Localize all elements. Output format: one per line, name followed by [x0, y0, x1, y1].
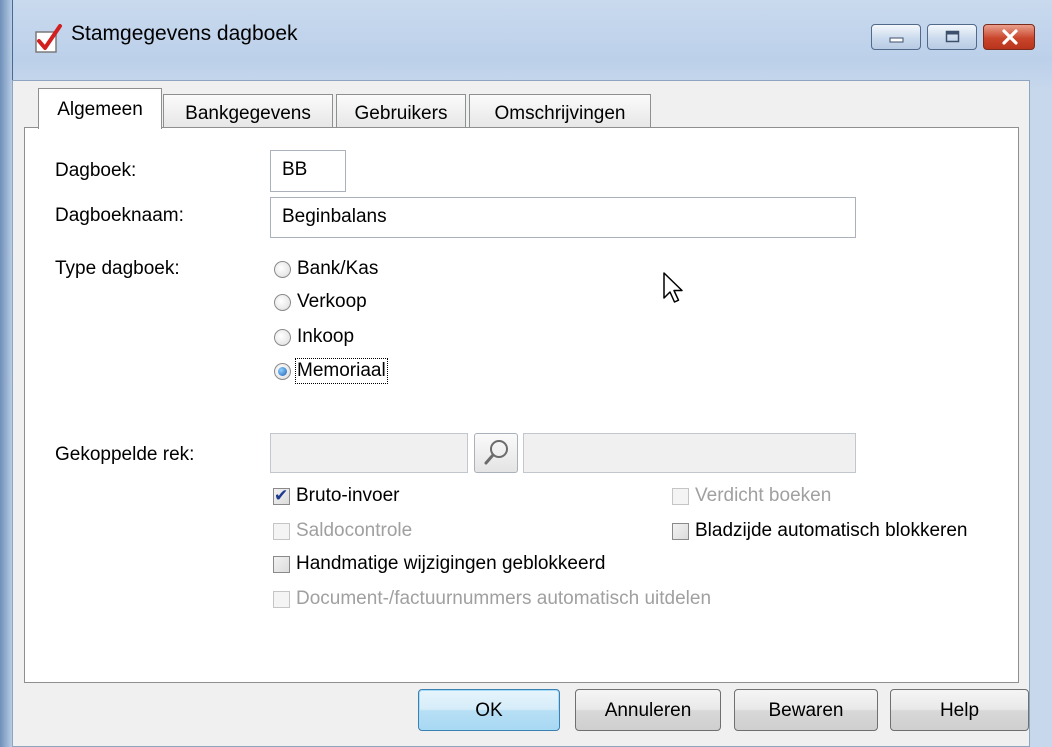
checkbox-box[interactable]	[273, 590, 290, 608]
bewaren-button[interactable]: Bewaren	[734, 689, 878, 731]
close-icon	[1002, 29, 1018, 45]
type-dagboek-label: Type dagboek:	[55, 258, 180, 279]
checkbox-bruto-invoer[interactable]: ✔ Bruto-invoer	[273, 485, 400, 507]
radio-bank-kas-label: Bank/Kas	[297, 258, 379, 279]
maximize-icon	[945, 30, 960, 43]
tab-algemeen[interactable]: Algemeen	[38, 88, 162, 129]
radio-memoriaal[interactable]: Memoriaal	[274, 358, 388, 384]
annuleren-button[interactable]: Annuleren	[575, 689, 721, 731]
checkmark-icon: ✔	[274, 485, 289, 506]
radio-verkoop[interactable]: Verkoop	[274, 291, 367, 313]
checkbox-document-nummers[interactable]: Document-/factuurnummers automatisch uit…	[273, 588, 711, 610]
checkbox-box[interactable]: ✔	[273, 485, 290, 506]
checkbox-saldocontrole[interactable]: Saldocontrole	[273, 520, 412, 542]
checkbox-verdicht-boeken[interactable]: Verdicht boeken	[672, 485, 831, 507]
close-button[interactable]	[983, 24, 1035, 50]
radio-verkoop-label: Verkoop	[297, 291, 367, 312]
handmatige-wijzigingen-label: Handmatige wijzigingen geblokkeerd	[296, 553, 606, 574]
verdicht-boeken-label: Verdicht boeken	[695, 485, 832, 506]
checkbox-box[interactable]	[672, 487, 689, 505]
radio-bank-kas[interactable]: Bank/Kas	[274, 258, 378, 280]
checkbox-box[interactable]	[273, 522, 290, 540]
bladzijde-blokkeren-label: Bladzijde automatisch blokkeren	[695, 520, 968, 541]
radio-memoriaal-label: Memoriaal	[295, 358, 388, 384]
window-title: Stamgegevens dagboek	[71, 22, 298, 45]
maximize-button[interactable]	[927, 24, 977, 50]
caption-buttons	[871, 24, 1035, 50]
gekoppelde-rek-code-input[interactable]	[270, 433, 468, 473]
tab-omschrijvingen[interactable]: Omschrijvingen	[469, 94, 651, 128]
saldocontrole-label: Saldocontrole	[296, 520, 413, 541]
search-account-button[interactable]	[474, 433, 518, 473]
tab-bankgegevens[interactable]: Bankgegevens	[163, 94, 333, 128]
dagboek-input[interactable]: BB	[270, 150, 346, 192]
tab-gebruikers[interactable]: Gebruikers	[336, 94, 466, 128]
gekoppelde-rek-label: Gekoppelde rek:	[55, 444, 195, 465]
radio-inkoop[interactable]: Inkoop	[274, 326, 354, 348]
checkbox-handmatige-wijzigingen[interactable]: Handmatige wijzigingen geblokkeerd	[273, 553, 605, 575]
radio-button-indicator[interactable]	[274, 328, 291, 346]
minimize-button[interactable]	[871, 24, 921, 50]
checkbox-box[interactable]	[273, 555, 290, 573]
title-bar[interactable]: Stamgegevens dagboek	[13, 0, 1052, 80]
magnifier-icon	[484, 440, 508, 465]
desktop-edge	[0, 0, 12, 747]
dagboeknaam-label: Dagboeknaam:	[55, 205, 184, 226]
gekoppelde-rek-name-display	[523, 433, 856, 473]
app-checkmark-icon	[35, 24, 62, 53]
radio-inkoop-label: Inkoop	[297, 326, 355, 347]
document-nummers-label: Document-/factuurnummers automatisch uit…	[296, 588, 712, 609]
bruto-invoer-label: Bruto-invoer	[296, 485, 400, 506]
mouse-pointer-icon	[663, 272, 683, 303]
radio-button-indicator[interactable]	[274, 293, 291, 311]
checkbox-bladzijde-blokkeren[interactable]: Bladzijde automatisch blokkeren	[672, 520, 968, 542]
help-button[interactable]: Help	[890, 689, 1029, 731]
ok-button[interactable]: OK	[418, 689, 560, 731]
checkbox-box[interactable]	[672, 522, 689, 540]
radio-button-indicator[interactable]	[274, 260, 291, 278]
radio-button-indicator-selected[interactable]	[274, 362, 291, 380]
minimize-icon	[889, 37, 904, 43]
dagboeknaam-input[interactable]: Beginbalans	[270, 197, 856, 238]
dagboek-label: Dagboek:	[55, 160, 137, 181]
